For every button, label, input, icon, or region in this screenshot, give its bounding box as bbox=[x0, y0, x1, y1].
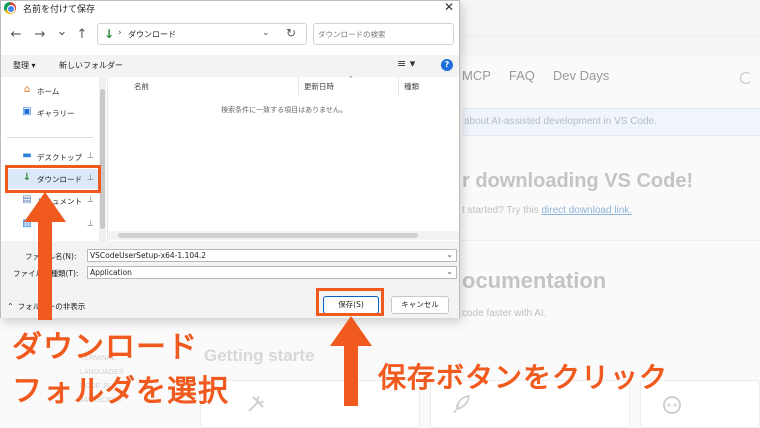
download-icon: ↓ bbox=[104, 27, 115, 41]
copilot-icon bbox=[663, 396, 681, 414]
column-header-date[interactable]: 更新日時 bbox=[304, 81, 334, 92]
view-options-icon[interactable]: ≡ ▾ bbox=[397, 57, 415, 70]
sidebar-divider bbox=[7, 137, 93, 138]
pin-icon: ⊥ bbox=[87, 219, 94, 228]
empty-results-message: 検索条件に一致する項目はありません。 bbox=[221, 106, 347, 114]
recent-locations-button[interactable]: ⌄ bbox=[53, 25, 71, 39]
info-banner: about AI-assisted development in VS Code… bbox=[462, 108, 760, 136]
column-divider[interactable] bbox=[298, 77, 299, 95]
chevron-down-icon[interactable]: ⌄ bbox=[446, 267, 453, 276]
dialog-titlebar: 名前を付けて保存 ✕ bbox=[1, 1, 459, 15]
forward-button[interactable]: → bbox=[31, 28, 49, 42]
pin-icon: ⊥ bbox=[87, 195, 94, 204]
file-type-select[interactable]: Application ⌄ bbox=[87, 266, 457, 279]
close-button[interactable]: ✕ bbox=[439, 1, 459, 15]
dialog-title: 名前を付けて保存 bbox=[23, 5, 96, 15]
breadcrumb-chevron-icon: › bbox=[118, 28, 122, 38]
chevron-up-icon: ⌃ bbox=[7, 302, 14, 311]
caption-click-save: 保存ボタンをクリック bbox=[378, 361, 669, 394]
address-bar[interactable]: ↓ › ダウンロード ⌄ ↻ bbox=[97, 23, 307, 45]
column-header-type[interactable]: 種類 bbox=[404, 81, 419, 92]
column-divider[interactable] bbox=[398, 77, 399, 95]
arrow-up-icon bbox=[24, 192, 66, 320]
chrome-icon bbox=[4, 2, 16, 14]
nav-mcp[interactable]: MCP bbox=[462, 68, 491, 83]
highlight-downloads-box bbox=[5, 165, 101, 193]
nav-dev-days[interactable]: Dev Days bbox=[553, 68, 609, 83]
site-nav: MCP FAQ Dev Days bbox=[462, 68, 609, 83]
rocket-icon bbox=[453, 394, 471, 414]
download-hint: t started? Try this direct download link… bbox=[462, 205, 632, 216]
direct-download-link[interactable]: direct download link. bbox=[541, 205, 632, 216]
column-header-name[interactable]: 名前 bbox=[134, 81, 149, 92]
banner-text: about AI-assisted development in VS Code… bbox=[464, 116, 657, 127]
caption-downloads-line1: ダウンロード bbox=[12, 330, 198, 365]
caption-downloads-line2: フォルダを選択 bbox=[12, 374, 229, 409]
search-input[interactable] bbox=[318, 27, 448, 41]
pin-icon: ⊥ bbox=[87, 151, 94, 160]
arrow-up-icon bbox=[330, 316, 372, 406]
dialog-footer: ⌃フォルダーの非表示 保存(S) キャンセル bbox=[1, 291, 459, 318]
sidebar-item-label: デスクトップ bbox=[37, 153, 82, 162]
getting-started-heading: Getting starte bbox=[204, 346, 315, 365]
horizontal-scrollbar[interactable] bbox=[108, 231, 459, 240]
cancel-button[interactable]: キャンセル bbox=[391, 296, 449, 314]
theme-toggle-icon[interactable] bbox=[740, 72, 752, 84]
sidebar-item-desktop[interactable]: ▬ デスクトップ ⊥ bbox=[7, 147, 99, 167]
sidebar-item-gallery[interactable]: ▣ ギャラリー bbox=[7, 103, 99, 123]
command-bar: 整理 ▾ 新しいフォルダー ≡ ▾ ? bbox=[1, 55, 459, 77]
highlight-save-box bbox=[316, 288, 384, 316]
help-icon[interactable]: ? bbox=[441, 59, 453, 71]
documentation-subtitle: code faster with AI. bbox=[462, 308, 547, 319]
new-folder-button[interactable]: 新しいフォルダー bbox=[59, 60, 123, 71]
sidebar-item-label: ギャラリー bbox=[37, 109, 75, 118]
sidebar-item-label: ホーム bbox=[37, 87, 60, 96]
thanks-heading: r downloading VS Code! bbox=[462, 170, 694, 192]
gallery-icon: ▣ bbox=[22, 106, 32, 117]
breadcrumb-location[interactable]: ダウンロード bbox=[128, 29, 176, 40]
chevron-down-icon[interactable]: ⌄ bbox=[446, 250, 453, 259]
navigation-bar: ← → ⌄ ↑ ↓ › ダウンロード ⌄ ↻ bbox=[1, 15, 459, 55]
divider bbox=[462, 240, 760, 241]
back-button[interactable]: ← bbox=[7, 28, 25, 42]
refresh-icon[interactable]: ↻ bbox=[286, 26, 296, 40]
sort-caret-icon: ⌃ bbox=[348, 75, 354, 83]
tools-icon bbox=[248, 396, 264, 412]
chevron-down-icon[interactable]: ⌄ bbox=[262, 28, 270, 38]
sidebar-item-home[interactable]: ⌂ ホーム bbox=[7, 81, 99, 101]
search-box[interactable] bbox=[313, 23, 454, 45]
file-type-value[interactable]: Application bbox=[90, 268, 132, 277]
sidebar-scrollbar[interactable] bbox=[99, 77, 106, 241]
save-as-dialog: 名前を付けて保存 ✕ ← → ⌄ ↑ ↓ › ダウンロード ⌄ ↻ 整理 ▾ 新… bbox=[0, 0, 460, 318]
file-fields: ファイル名(N): VSCodeUserSetup-x64-1.104.2 ⌄ … bbox=[1, 241, 459, 291]
download-hint-text: t started? Try this bbox=[462, 205, 542, 216]
file-name-value[interactable]: VSCodeUserSetup-x64-1.104.2 bbox=[90, 251, 206, 260]
file-name-field[interactable]: VSCodeUserSetup-x64-1.104.2 ⌄ bbox=[87, 249, 457, 262]
up-button[interactable]: ↑ bbox=[73, 28, 91, 42]
file-list: 名前 更新日時 ⌃ 種類 検索条件に一致する項目はありません。 bbox=[107, 75, 459, 241]
nav-faq[interactable]: FAQ bbox=[509, 68, 535, 83]
documentation-heading: ocumentation bbox=[462, 268, 607, 293]
organize-menu[interactable]: 整理 ▾ bbox=[13, 60, 36, 71]
home-icon: ⌂ bbox=[23, 84, 31, 95]
desktop-icon: ▬ bbox=[22, 150, 32, 161]
